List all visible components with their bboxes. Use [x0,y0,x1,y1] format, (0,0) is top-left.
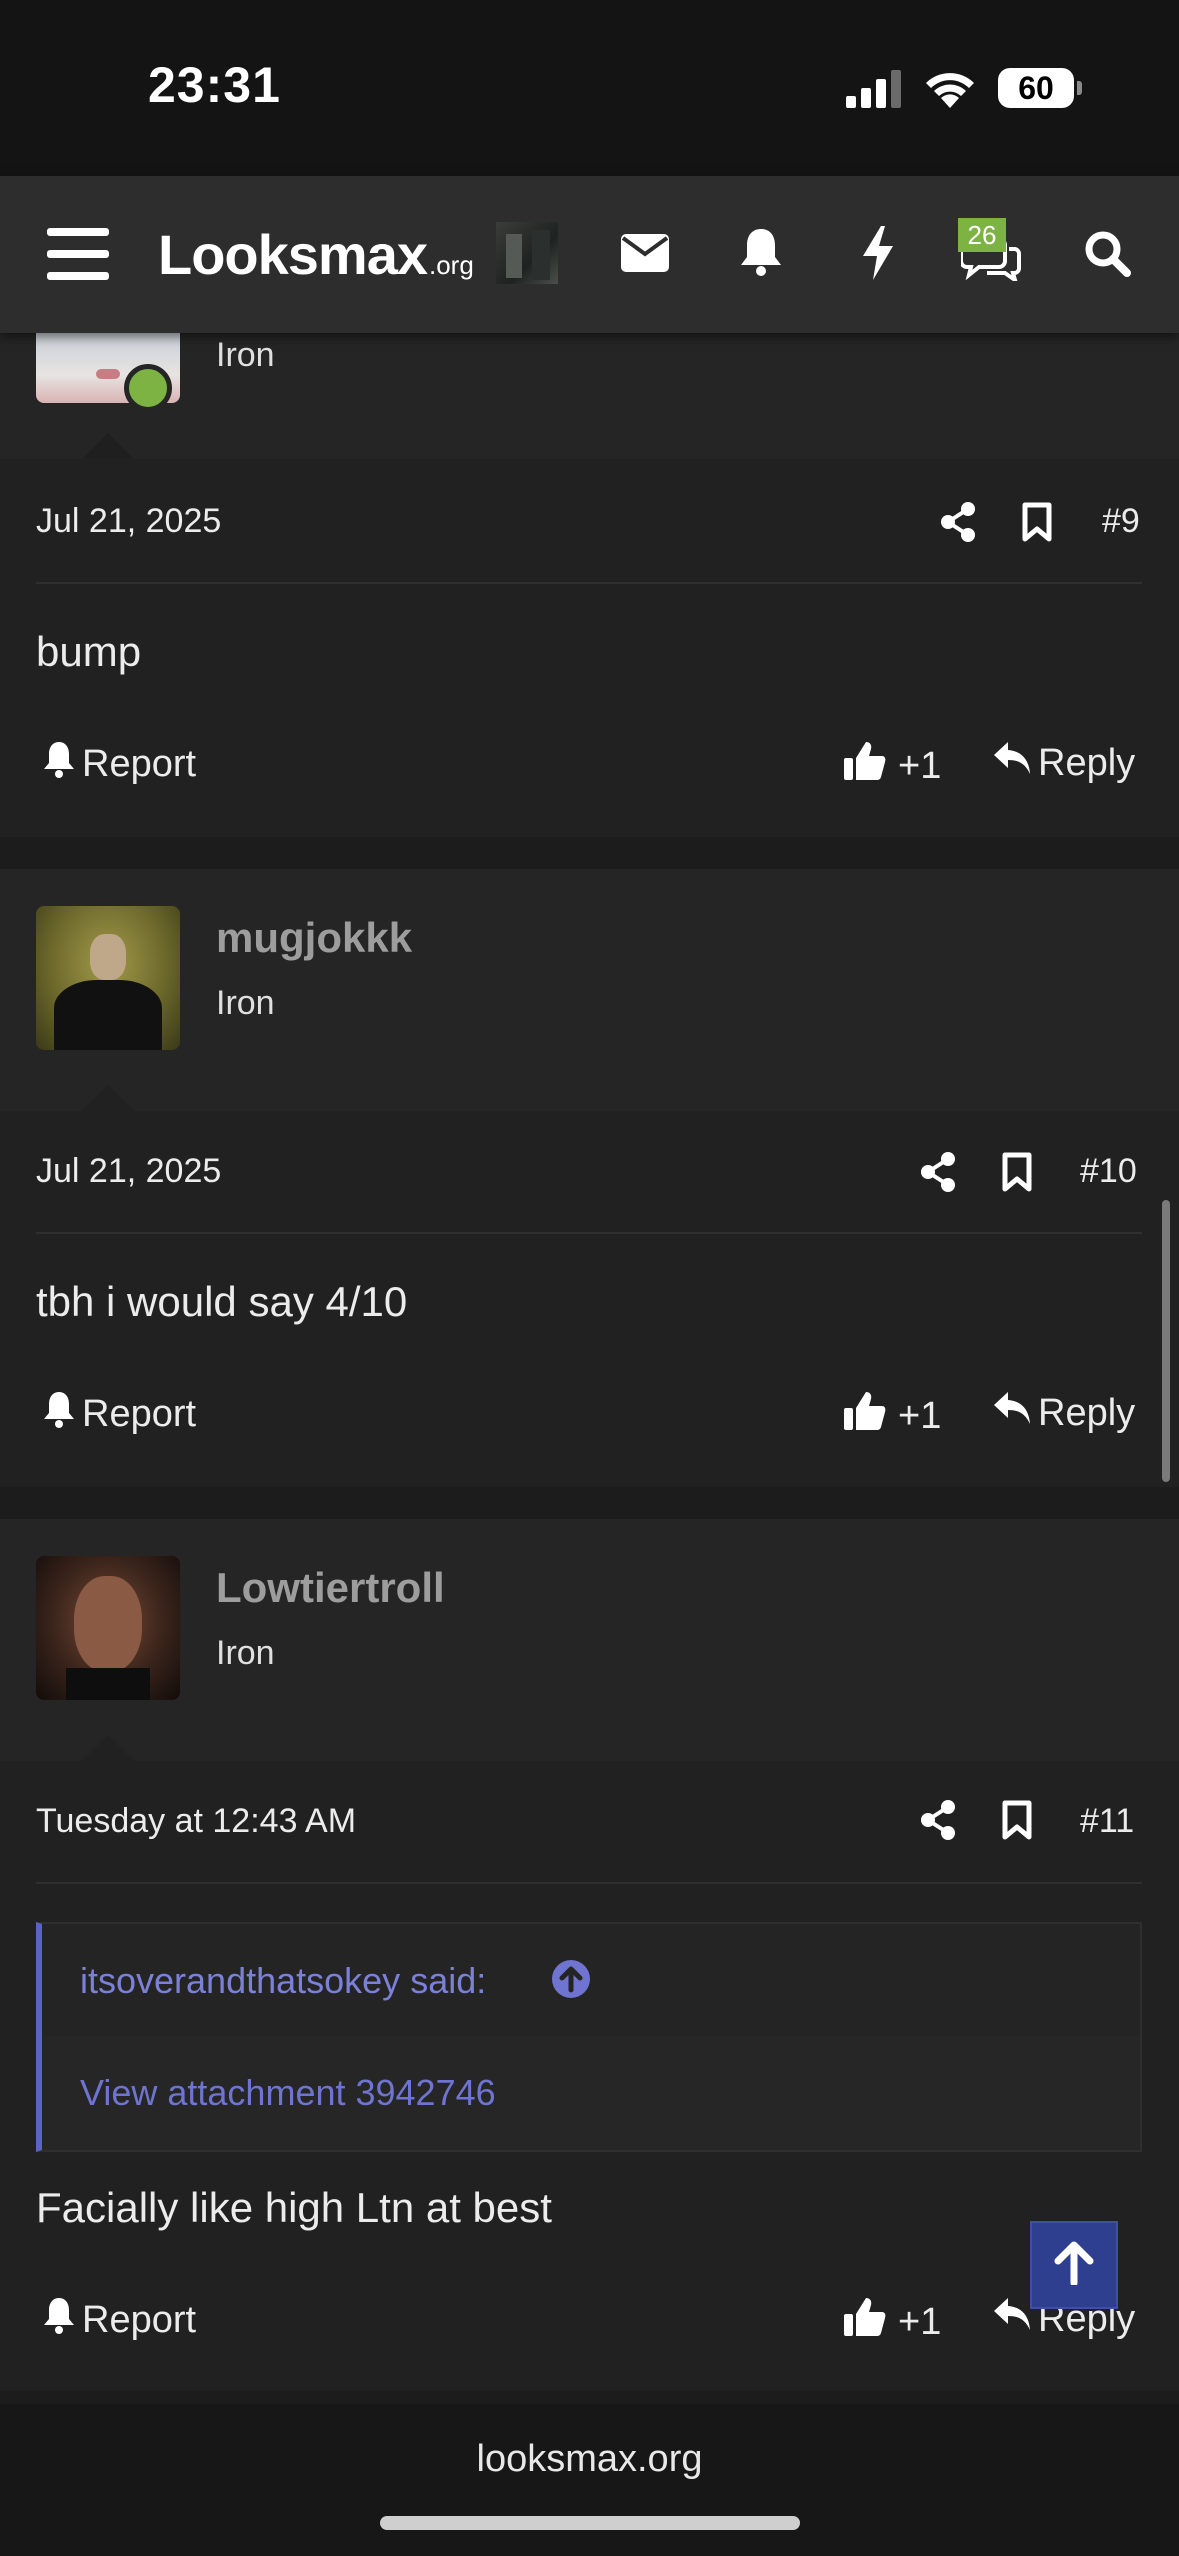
arrow-up-circle-icon[interactable] [550,1958,592,2005]
username[interactable]: mugjokkk [216,914,412,962]
bell-icon[interactable] [736,224,786,280]
like-count: +1 [898,2300,942,2343]
bookmark-icon[interactable] [1000,1150,1034,1194]
report-button[interactable]: Report [42,2296,196,2344]
quote-author[interactable]: itsoverandthatsokey said: [80,1960,486,2002]
report-button[interactable]: Report [42,1390,196,1438]
bookmark-icon[interactable] [1000,1798,1034,1842]
like-button[interactable]: +1 [844,2296,941,2348]
scroll-to-top-button[interactable] [1030,2221,1118,2309]
like-button[interactable]: +1 [844,740,941,792]
post-separator [0,1487,1179,1519]
username[interactable]: Lowtiertroll [216,1564,445,1612]
post-separator [0,2391,1179,2404]
scrollbar[interactable] [1162,1200,1170,1482]
quote-header: itsoverandthatsokey said: [42,1924,1140,2036]
post-date[interactable]: Jul 21, 2025 [36,1152,221,1191]
avatar[interactable] [36,906,180,1050]
user-rank: Iron [216,984,275,1022]
wifi-icon [922,64,978,113]
share-icon[interactable] [938,500,978,544]
like-button[interactable]: +1 [844,1390,941,1442]
panel-arrow [82,1735,134,1761]
quote-block: itsoverandthatsokey said: View attachmen… [36,1922,1142,2152]
arrow-up-icon [1054,2241,1094,2290]
panel-arrow [82,1085,134,1111]
divider [36,1232,1142,1234]
post-number[interactable]: #11 [1080,1802,1134,1841]
reply-button[interactable]: Reply [992,1390,1135,1436]
logo-suffix: .org [429,250,474,280]
report-label: Report [82,742,197,785]
post-date[interactable]: Jul 21, 2025 [36,502,221,541]
attachment-link[interactable]: View attachment 3942746 [80,2072,496,2114]
bell-icon [42,2296,76,2344]
panel-arrow [82,433,134,459]
logo-text: Looksmax [158,223,428,286]
status-time: 23:31 [148,57,281,113]
user-avatar-thumbnail[interactable] [496,222,558,284]
post-number[interactable]: #10 [1080,1152,1137,1191]
user-rank: Iron [216,1634,275,1672]
share-icon[interactable] [918,1150,958,1194]
thumbs-up-icon [844,1390,886,1442]
post-text: bump [36,628,142,675]
share-icon[interactable] [918,1798,958,1842]
post-date[interactable]: Tuesday at 12:43 AM [36,1802,356,1841]
browser-domain[interactable]: looksmax.org [0,2438,1179,2481]
reply-arrow-icon [992,740,1032,786]
reply-arrow-icon [992,2296,1032,2342]
report-button[interactable]: Report [42,740,196,788]
site-logo[interactable]: Looksmax.org [158,222,474,287]
divider [36,1882,1142,1884]
online-indicator [124,364,172,412]
signal-icon [846,70,902,113]
home-indicator [380,2516,800,2530]
bell-icon [42,740,76,788]
battery-indicator: 60 [998,68,1082,108]
envelope-icon[interactable] [618,228,672,278]
like-count: +1 [898,744,942,787]
post-separator [0,837,1179,869]
conversations-badge: 26 [958,218,1006,252]
reply-label: Reply [1038,741,1136,784]
bookmark-icon[interactable] [1020,500,1054,544]
reply-arrow-icon [992,1390,1032,1436]
report-label: Report [82,1392,197,1435]
search-icon[interactable] [1080,226,1134,280]
bell-icon [42,1390,76,1438]
like-count: +1 [898,1394,942,1437]
bolt-icon[interactable] [858,224,898,282]
report-label: Report [82,2298,197,2341]
reply-button[interactable]: Reply [992,740,1135,786]
post-text: tbh i would say 4/10 [36,1278,408,1325]
thumbs-up-icon [844,740,886,792]
user-rank: Iron [216,336,275,374]
reply-label: Reply [1038,1391,1136,1434]
thumbs-up-icon [844,2296,886,2348]
post-text: Facially like high Ltn at best [36,2184,552,2231]
post-number[interactable]: #9 [1102,502,1140,541]
divider [36,582,1142,584]
avatar[interactable] [36,1556,180,1700]
menu-icon[interactable] [46,226,110,282]
